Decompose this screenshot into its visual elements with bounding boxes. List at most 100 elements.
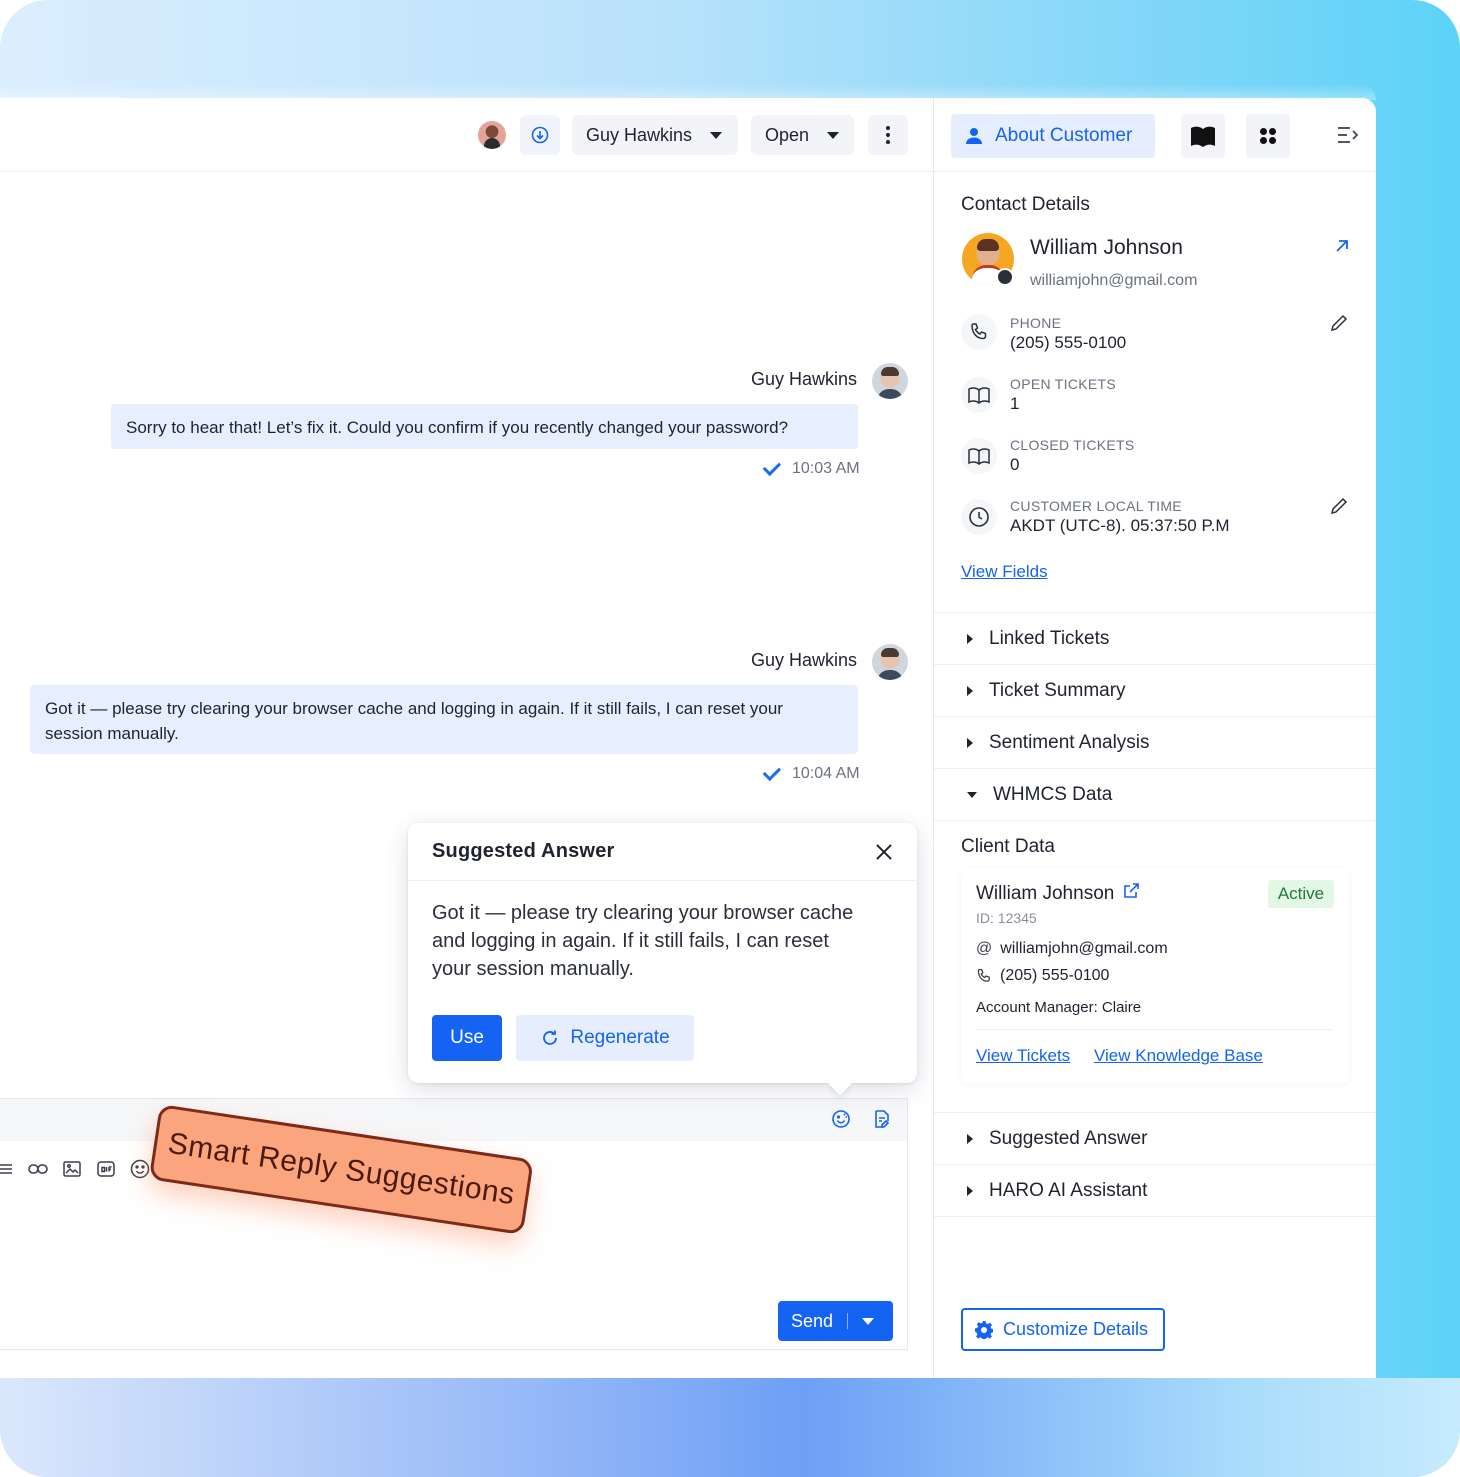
edit-phone-icon[interactable]	[1330, 314, 1348, 337]
assignee-dropdown[interactable]: Guy Hawkins	[572, 115, 738, 155]
sender-avatar	[872, 644, 908, 680]
tab-book[interactable]	[1181, 114, 1225, 158]
message-status: 10:04 AM	[762, 762, 860, 783]
accordion-label: HARO AI Assistant	[989, 1179, 1148, 1201]
caret-right-icon	[967, 633, 973, 644]
check-icon	[762, 762, 782, 782]
ticket-icon	[961, 438, 997, 474]
accordion-label: Suggested Answer	[989, 1127, 1148, 1149]
local-time-value: AKDT (UTC-8). 05:37:50 P.M	[1010, 516, 1230, 535]
closed-tickets-label: CLOSED TICKETS	[1010, 437, 1135, 453]
phone-label: PHONE	[1010, 315, 1062, 331]
send-options-caret-icon[interactable]	[862, 1317, 875, 1325]
caret-down-icon	[710, 131, 723, 139]
caret-down-icon	[967, 791, 977, 798]
message-sender: Guy Hawkins	[750, 369, 857, 389]
kebab-dot	[886, 126, 890, 130]
download-circle-icon	[531, 126, 549, 144]
grid-icon	[1260, 128, 1276, 144]
client-email-row: @ williamjohn@gmail.com	[976, 940, 1168, 958]
customer-name: William Johnson	[1030, 236, 1183, 259]
customer-email: williamjohn@gmail.com	[1030, 272, 1198, 289]
accordion-haro-ai-assistant[interactable]: HARO AI Assistant	[934, 1164, 1376, 1216]
popup-header: Suggested Answer	[408, 823, 917, 881]
tab-apps[interactable]	[1246, 114, 1290, 158]
ai-edit-icon[interactable]	[872, 1109, 892, 1134]
external-link-icon[interactable]	[1122, 882, 1140, 906]
regenerate-label: Regenerate	[570, 1027, 670, 1048]
tab-about-customer[interactable]: About Customer	[951, 114, 1155, 158]
phone-icon	[977, 968, 990, 982]
check-icon	[762, 457, 782, 477]
popup-title: Suggested Answer	[432, 840, 615, 862]
accordion-linked-tickets[interactable]: Linked Tickets	[934, 612, 1376, 664]
ticket-icon	[961, 377, 997, 413]
closed-tickets-value: 0	[1010, 455, 1020, 474]
send-divider	[847, 1313, 849, 1329]
background-frame: Guy Hawkins Open Guy Hawkins Sorry to he…	[0, 0, 1460, 1477]
suggested-text: Got it — please try clearing your browse…	[432, 902, 854, 980]
message-status: 10:03 AM	[762, 457, 860, 478]
caret-right-icon	[967, 1185, 973, 1196]
accordion-sentiment-analysis[interactable]: Sentiment Analysis	[934, 716, 1376, 768]
sidebar-tabs: About Customer	[934, 98, 1376, 172]
caret-right-icon	[967, 685, 973, 696]
use-button[interactable]: Use	[432, 1015, 502, 1061]
view-tickets-link[interactable]: View Tickets	[976, 1046, 1070, 1066]
background-gradient-bottom	[0, 1378, 1460, 1477]
assignee-value: Guy Hawkins	[586, 124, 693, 145]
emoji-icon[interactable]	[130, 1159, 150, 1179]
client-phone-row: (205) 555-0100	[976, 967, 1109, 985]
close-icon[interactable]	[875, 843, 893, 861]
message-time: 10:03 AM	[792, 460, 860, 477]
view-knowledge-base-link[interactable]: View Knowledge Base	[1094, 1046, 1263, 1066]
chat-header: Guy Hawkins Open	[0, 98, 933, 172]
open-tickets-label: OPEN TICKETS	[1010, 376, 1117, 392]
agent-avatar[interactable]	[478, 121, 506, 149]
accordion-ticket-summary[interactable]: Ticket Summary	[934, 664, 1376, 716]
accordion-whmcs-data[interactable]: WHMCS Data	[934, 768, 1376, 820]
customize-details-button[interactable]: Customize Details	[961, 1308, 1165, 1351]
status-dropdown[interactable]: Open	[751, 115, 854, 155]
accordion-suggested-answer[interactable]: Suggested Answer	[934, 1112, 1376, 1164]
accordion-label: Sentiment Analysis	[989, 731, 1150, 753]
regenerate-button[interactable]: Regenerate	[516, 1015, 694, 1061]
formatting-tools	[0, 1159, 150, 1179]
list-icon[interactable]	[0, 1159, 14, 1179]
download-button[interactable]	[520, 115, 560, 155]
divider	[934, 1216, 1376, 1217]
gif-icon[interactable]	[96, 1159, 116, 1179]
ai-suggest-icon[interactable]	[831, 1109, 851, 1134]
accordion-label: Ticket Summary	[989, 679, 1126, 701]
client-name-row: William Johnson	[976, 882, 1140, 906]
collapse-panel-icon[interactable]	[1337, 125, 1359, 150]
book-icon	[1191, 126, 1215, 147]
alert-badge-icon	[996, 268, 1014, 286]
accordion-label: Linked Tickets	[989, 627, 1110, 649]
divider	[976, 1029, 1332, 1030]
client-card: William Johnson Active ID: 12345 @ willi…	[961, 868, 1349, 1083]
send-label: Send	[791, 1310, 834, 1331]
contact-details-heading: Contact Details	[961, 194, 1090, 215]
client-id: ID: 12345	[976, 910, 1037, 926]
caret-right-icon	[967, 737, 973, 748]
local-time-label: CUSTOMER LOCAL TIME	[1010, 498, 1182, 514]
clock-icon	[961, 499, 997, 535]
status-value: Open	[765, 124, 810, 145]
client-email: williamjohn@gmail.com	[1000, 940, 1168, 957]
send-button[interactable]: Send	[778, 1301, 893, 1341]
more-options-button[interactable]	[868, 115, 908, 155]
message-bubble: Sorry to hear that! Let’s fix it. Could …	[111, 404, 858, 449]
accordion-label: WHMCS Data	[993, 783, 1113, 805]
edit-time-icon[interactable]	[1330, 497, 1348, 520]
tab-about-label: About Customer	[995, 125, 1133, 146]
phone-icon	[961, 314, 997, 350]
image-icon[interactable]	[62, 1159, 82, 1179]
account-manager: Account Manager: Claire	[976, 999, 1142, 1016]
caret-right-icon	[967, 1133, 973, 1144]
kebab-dot	[886, 140, 890, 144]
client-name: William Johnson	[976, 883, 1115, 904]
open-external-icon[interactable]	[1335, 239, 1349, 258]
link-icon[interactable]	[28, 1159, 48, 1179]
view-fields-link[interactable]: View Fields	[961, 562, 1048, 582]
